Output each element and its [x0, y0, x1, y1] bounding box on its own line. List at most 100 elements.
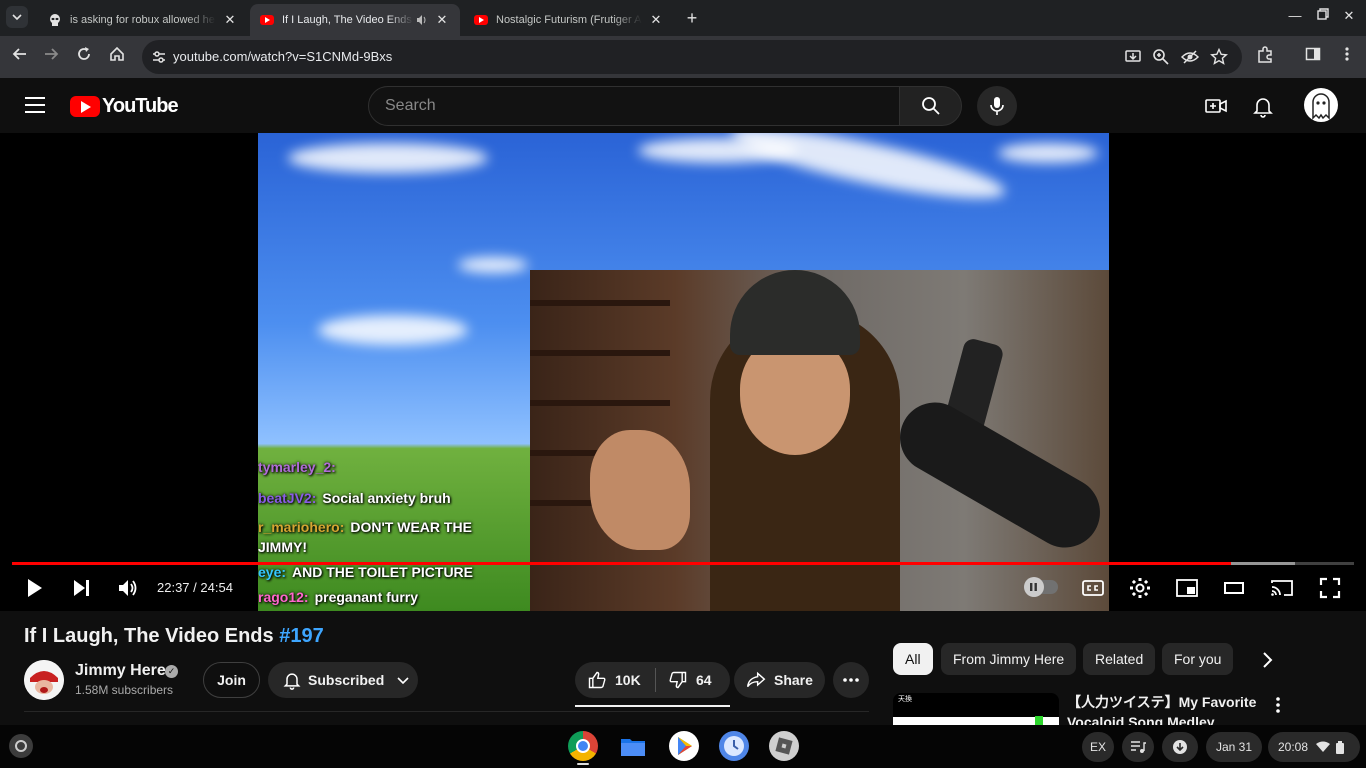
thumbnail-marker — [1035, 716, 1043, 725]
share-label: Share — [774, 672, 813, 688]
recommendation-thumbnail[interactable]: 天換 — [893, 693, 1059, 725]
chip-all[interactable]: All — [893, 643, 933, 675]
voice-search-button[interactable] — [977, 86, 1017, 126]
like-highlight-bar — [575, 705, 730, 707]
status-tray[interactable]: 20:08 — [1268, 732, 1360, 762]
site-settings-icon[interactable] — [150, 48, 168, 66]
speaker-audio-icon[interactable] — [416, 14, 428, 26]
hamburger-menu-icon[interactable] — [25, 97, 45, 113]
chevron-down-icon — [12, 14, 22, 21]
close-window-icon[interactable]: ✕ — [1338, 8, 1360, 24]
video-title: If I Laugh, The Video Ends #197 — [24, 625, 324, 647]
address-bar[interactable]: youtube.com/watch?v=S1CNMd-9Bxs — [142, 40, 1242, 74]
url-text[interactable]: youtube.com/watch?v=S1CNMd-9Bxs — [173, 49, 392, 64]
chat-message: r_mariohero: DON'T WEAR THE — [258, 519, 472, 535]
channel-avatar[interactable] — [24, 660, 64, 700]
clock-app-icon[interactable] — [719, 731, 749, 761]
volume-icon[interactable] — [116, 576, 140, 600]
youtube-favicon-icon — [474, 13, 488, 27]
more-vertical-icon[interactable] — [1270, 695, 1286, 715]
play-store-app-icon[interactable] — [669, 731, 699, 761]
download-icon — [1173, 740, 1187, 754]
roblox-app-icon[interactable] — [769, 731, 799, 761]
more-actions-button[interactable] — [833, 662, 869, 698]
reload-icon[interactable] — [73, 46, 95, 68]
sky-cloud — [998, 143, 1098, 163]
tab-youtube-active[interactable]: If I Laugh, The Video Ends # ✕ — [250, 4, 460, 36]
description-divider — [24, 711, 869, 712]
theater-mode-icon[interactable] — [1222, 576, 1246, 600]
search-input[interactable] — [385, 97, 865, 115]
youtube-wordmark: YouTube — [102, 95, 179, 117]
back-arrow-icon[interactable] — [9, 46, 31, 68]
extensions-puzzle-icon[interactable] — [1254, 46, 1276, 68]
tab-nostalgic[interactable]: Nostalgic Futurism (Frutiger Ae ✕ — [464, 4, 674, 36]
close-tab-icon[interactable]: ✕ — [434, 12, 450, 28]
search-icon — [922, 97, 940, 115]
close-tab-icon[interactable]: ✕ — [222, 12, 238, 28]
create-video-icon[interactable] — [1204, 94, 1228, 118]
play-icon[interactable] — [22, 576, 46, 600]
notifications-bell-icon[interactable] — [1251, 94, 1275, 118]
close-tab-icon[interactable]: ✕ — [648, 12, 664, 28]
browser-toolbar: youtube.com/watch?v=S1CNMd-9Bxs — [0, 36, 1366, 78]
dislike-count: 64 — [696, 672, 712, 688]
chip-from-channel[interactable]: From Jimmy Here — [941, 643, 1077, 675]
forward-arrow-icon[interactable] — [40, 46, 62, 68]
home-icon[interactable] — [106, 46, 128, 68]
tab-title: is asking for robux allowed her — [70, 14, 216, 26]
zoom-icon[interactable] — [1152, 48, 1170, 66]
downloads-tray[interactable] — [1162, 732, 1198, 762]
chrome-menu-icon[interactable] — [1336, 46, 1358, 68]
cast-icon[interactable] — [1270, 576, 1294, 600]
minimize-icon[interactable]: — — [1284, 8, 1306, 23]
miniplayer-icon[interactable] — [1175, 576, 1199, 600]
alien-favicon-icon — [48, 13, 62, 27]
join-label: Join — [217, 672, 246, 688]
search-box[interactable] — [368, 86, 900, 126]
like-button[interactable]: 10K — [575, 670, 655, 690]
media-controls-tray[interactable] — [1122, 732, 1154, 762]
ghost-avatar-icon — [1312, 93, 1330, 120]
tab-robux[interactable]: is asking for robux allowed her ✕ — [38, 4, 248, 36]
files-app-icon[interactable] — [618, 731, 648, 761]
install-app-icon[interactable] — [1124, 48, 1142, 66]
fullscreen-icon[interactable] — [1318, 576, 1342, 600]
chevron-right-icon[interactable] — [1255, 648, 1279, 672]
subscribed-button[interactable]: Subscribed — [268, 662, 418, 698]
hashtag-link[interactable]: #197 — [279, 625, 324, 647]
next-video-icon[interactable] — [69, 576, 93, 600]
launcher-button[interactable] — [9, 734, 33, 758]
dislike-button[interactable]: 64 — [656, 670, 712, 690]
chrome-app-icon[interactable] — [568, 731, 598, 761]
restore-window-icon[interactable] — [1312, 8, 1334, 23]
youtube-play-logo-icon — [70, 96, 100, 117]
join-button[interactable]: Join — [203, 662, 260, 698]
progress-bar[interactable] — [12, 562, 1354, 565]
closed-captions-icon[interactable] — [1081, 576, 1105, 600]
studio-microphone — [887, 389, 1109, 561]
sky-cloud — [318, 315, 468, 345]
video-player[interactable]: tymarley_2: beatJV2: Social anxiety bruh … — [0, 133, 1366, 611]
side-panel-icon[interactable] — [1302, 46, 1324, 68]
recommendation-title[interactable]: 【人力ツイステ】My Favorite Vocaloid Song Medley… — [1067, 692, 1267, 726]
video-frame[interactable]: tymarley_2: beatJV2: Social anxiety bruh … — [258, 133, 1109, 611]
bookmark-star-icon[interactable] — [1210, 48, 1228, 66]
autoplay-toggle[interactable] — [1024, 577, 1058, 597]
ime-indicator[interactable]: EX — [1082, 732, 1114, 762]
account-avatar[interactable] — [1304, 88, 1338, 122]
search-button[interactable] — [899, 86, 962, 126]
share-button[interactable]: Share — [734, 662, 825, 698]
share-arrow-icon — [746, 671, 766, 688]
eye-slash-icon[interactable] — [1181, 48, 1199, 66]
chip-related[interactable]: Related — [1083, 643, 1156, 675]
youtube-favicon-icon — [260, 13, 274, 27]
settings-gear-icon[interactable] — [1128, 576, 1152, 600]
new-tab-icon[interactable]: + — [682, 8, 702, 29]
played-bar — [12, 562, 1232, 565]
tab-search-button[interactable] — [6, 6, 28, 28]
youtube-logo[interactable]: YouTube — [70, 95, 179, 118]
channel-name[interactable]: Jimmy Here — [75, 662, 166, 680]
chip-for-you[interactable]: For you — [1162, 643, 1234, 675]
date-tray[interactable]: Jan 31 — [1206, 732, 1262, 762]
